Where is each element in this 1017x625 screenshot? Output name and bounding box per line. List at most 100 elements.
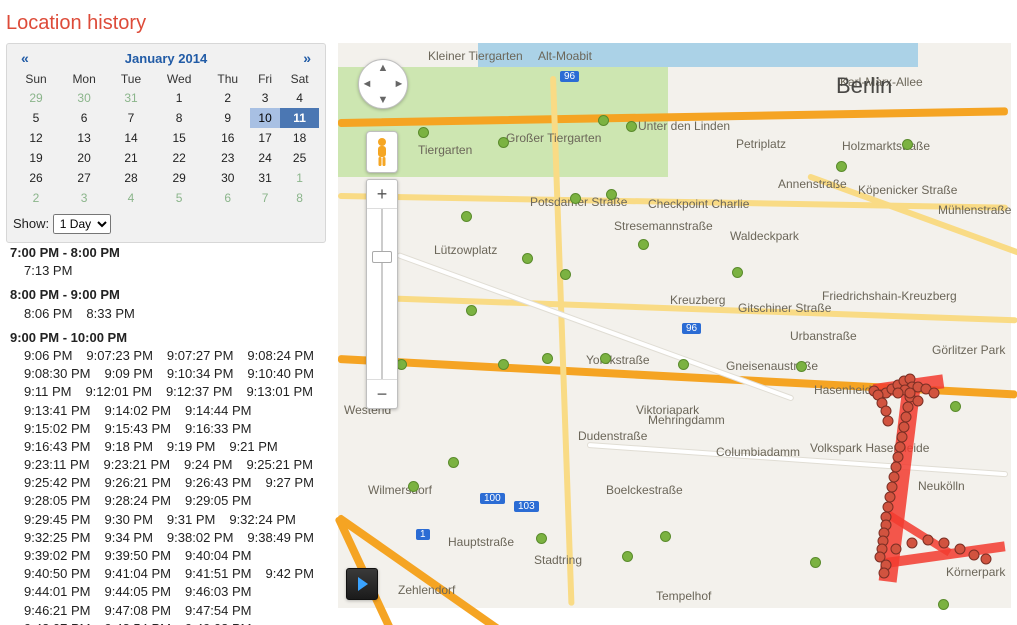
timestamp[interactable]: 9:15:43 PM bbox=[105, 420, 172, 438]
calendar-day[interactable]: 29 bbox=[153, 168, 206, 188]
timestamp[interactable]: 9:08:24 PM bbox=[247, 347, 314, 365]
timestamp[interactable]: 9:40:04 PM bbox=[185, 547, 252, 565]
calendar-day[interactable]: 21 bbox=[109, 148, 153, 168]
timestamp[interactable]: 9:29:45 PM bbox=[24, 511, 91, 529]
timestamp[interactable]: 9:41:51 PM bbox=[185, 565, 252, 583]
calendar-day[interactable]: 11 bbox=[280, 108, 319, 128]
timestamp[interactable]: 9:07:23 PM bbox=[86, 347, 153, 365]
calendar-day[interactable]: 6 bbox=[59, 108, 109, 128]
calendar-day[interactable]: 29 bbox=[13, 88, 59, 108]
timeline-play-button[interactable] bbox=[346, 568, 378, 600]
timestamp[interactable]: 9:27 PM bbox=[266, 474, 314, 492]
timestamp[interactable]: 9:49:08 PM bbox=[185, 620, 252, 625]
timestamp[interactable]: 9:38:49 PM bbox=[247, 529, 314, 547]
gps-point[interactable] bbox=[905, 388, 916, 399]
timestamp[interactable]: 9:18 PM bbox=[105, 438, 153, 456]
calendar-day[interactable]: 1 bbox=[280, 168, 319, 188]
timestamp[interactable]: 9:32:25 PM bbox=[24, 529, 91, 547]
calendar-day[interactable]: 14 bbox=[109, 128, 153, 148]
calendar-day[interactable]: 15 bbox=[153, 128, 206, 148]
calendar-day[interactable]: 8 bbox=[280, 188, 319, 208]
zoom-out-button[interactable]: − bbox=[367, 380, 397, 408]
pan-left-icon[interactable]: ◄ bbox=[362, 79, 373, 90]
timestamp[interactable]: 9:47:54 PM bbox=[185, 602, 252, 620]
calendar-day[interactable]: 2 bbox=[205, 88, 250, 108]
calendar-day[interactable]: 7 bbox=[109, 108, 153, 128]
timestamp[interactable]: 9:38:02 PM bbox=[167, 529, 234, 547]
timestamp[interactable]: 9:34 PM bbox=[105, 529, 153, 547]
timestamp[interactable]: 9:16:33 PM bbox=[185, 420, 252, 438]
timestamp[interactable]: 9:23:11 PM bbox=[24, 456, 90, 474]
gps-point[interactable] bbox=[981, 554, 992, 565]
timestamp[interactable]: 9:44:05 PM bbox=[105, 583, 172, 601]
timestamp[interactable]: 9:28:05 PM bbox=[24, 492, 91, 510]
timestamp[interactable]: 9:10:40 PM bbox=[247, 365, 314, 383]
timestamp[interactable]: 9:41:04 PM bbox=[105, 565, 172, 583]
gps-point[interactable] bbox=[883, 416, 894, 427]
calendar-day[interactable]: 30 bbox=[59, 88, 109, 108]
timestamp[interactable]: 9:32:24 PM bbox=[229, 511, 296, 529]
calendar-next-button[interactable]: » bbox=[299, 50, 315, 66]
timestamp[interactable]: 8:06 PM bbox=[24, 305, 72, 323]
calendar-day[interactable]: 16 bbox=[205, 128, 250, 148]
timestamp[interactable]: 9:39:02 PM bbox=[24, 547, 91, 565]
zoom-slider-handle[interactable] bbox=[372, 251, 392, 263]
gps-point[interactable] bbox=[955, 544, 966, 555]
zoom-in-button[interactable]: + bbox=[367, 180, 397, 208]
calendar-day[interactable]: 6 bbox=[205, 188, 250, 208]
timestamp[interactable]: 9:25:42 PM bbox=[24, 474, 91, 492]
gps-point[interactable] bbox=[907, 538, 918, 549]
calendar-day[interactable]: 8 bbox=[153, 108, 206, 128]
timestamp[interactable]: 9:19 PM bbox=[167, 438, 215, 456]
map-pane[interactable]: Kleiner TiergartenAlt-MoabitTiergartenGr… bbox=[338, 43, 1011, 608]
timestamp[interactable]: 9:28:24 PM bbox=[105, 492, 172, 510]
timestamp[interactable]: 9:11 PM bbox=[24, 383, 71, 401]
map-zoom-control[interactable]: + − bbox=[366, 179, 398, 409]
timestamp[interactable]: 9:14:44 PM bbox=[185, 402, 252, 420]
gps-point[interactable] bbox=[969, 550, 980, 561]
calendar-day[interactable]: 18 bbox=[280, 128, 319, 148]
gps-point[interactable] bbox=[891, 544, 902, 555]
calendar-day[interactable]: 22 bbox=[153, 148, 206, 168]
calendar-day[interactable]: 13 bbox=[59, 128, 109, 148]
timestamp[interactable]: 9:15:02 PM bbox=[24, 420, 91, 438]
map-pan-control[interactable]: ▲ ◄► ▼ bbox=[358, 59, 408, 109]
show-range-select[interactable]: 1 Day bbox=[53, 214, 111, 234]
calendar-day[interactable]: 23 bbox=[205, 148, 250, 168]
timestamp[interactable]: 9:23:21 PM bbox=[104, 456, 171, 474]
timestamp[interactable]: 9:40:50 PM bbox=[24, 565, 91, 583]
timestamp[interactable]: 9:12:01 PM bbox=[85, 383, 152, 401]
timestamp[interactable]: 9:12:37 PM bbox=[166, 383, 233, 401]
timestamp[interactable]: 9:07:27 PM bbox=[167, 347, 234, 365]
timestamp[interactable]: 9:14:02 PM bbox=[105, 402, 172, 420]
calendar-day[interactable]: 10 bbox=[250, 108, 280, 128]
calendar-prev-button[interactable]: « bbox=[17, 50, 33, 66]
timestamp[interactable]: 9:39:50 PM bbox=[105, 547, 172, 565]
calendar-day[interactable]: 3 bbox=[250, 88, 280, 108]
timestamp[interactable]: 9:42 PM bbox=[266, 565, 314, 583]
calendar-day[interactable]: 7 bbox=[250, 188, 280, 208]
pan-down-icon[interactable]: ▼ bbox=[378, 95, 389, 106]
streetview-pegman[interactable] bbox=[366, 131, 398, 173]
calendar-day[interactable]: 2 bbox=[13, 188, 59, 208]
timestamp[interactable]: 9:09 PM bbox=[105, 365, 153, 383]
calendar-day[interactable]: 26 bbox=[13, 168, 59, 188]
timestamp[interactable]: 9:24 PM bbox=[184, 456, 232, 474]
timestamp[interactable]: 9:44:01 PM bbox=[24, 583, 91, 601]
calendar-day[interactable]: 19 bbox=[13, 148, 59, 168]
calendar-day[interactable]: 1 bbox=[153, 88, 206, 108]
timestamp[interactable]: 9:46:03 PM bbox=[185, 583, 252, 601]
timestamp[interactable]: 9:31 PM bbox=[167, 511, 215, 529]
calendar-day[interactable]: 28 bbox=[109, 168, 153, 188]
calendar-day[interactable]: 17 bbox=[250, 128, 280, 148]
calendar-day[interactable]: 4 bbox=[280, 88, 319, 108]
timestamp[interactable]: 9:46:21 PM bbox=[24, 602, 91, 620]
calendar-day[interactable]: 30 bbox=[205, 168, 250, 188]
zoom-slider[interactable] bbox=[367, 209, 397, 379]
timestamp[interactable]: 9:48:54 PM bbox=[105, 620, 172, 625]
pan-up-icon[interactable]: ▲ bbox=[378, 63, 389, 74]
calendar-day[interactable]: 3 bbox=[59, 188, 109, 208]
timestamp[interactable]: 9:48:07 PM bbox=[24, 620, 91, 625]
timestamp[interactable]: 9:25:21 PM bbox=[246, 456, 313, 474]
calendar-day[interactable]: 4 bbox=[109, 188, 153, 208]
